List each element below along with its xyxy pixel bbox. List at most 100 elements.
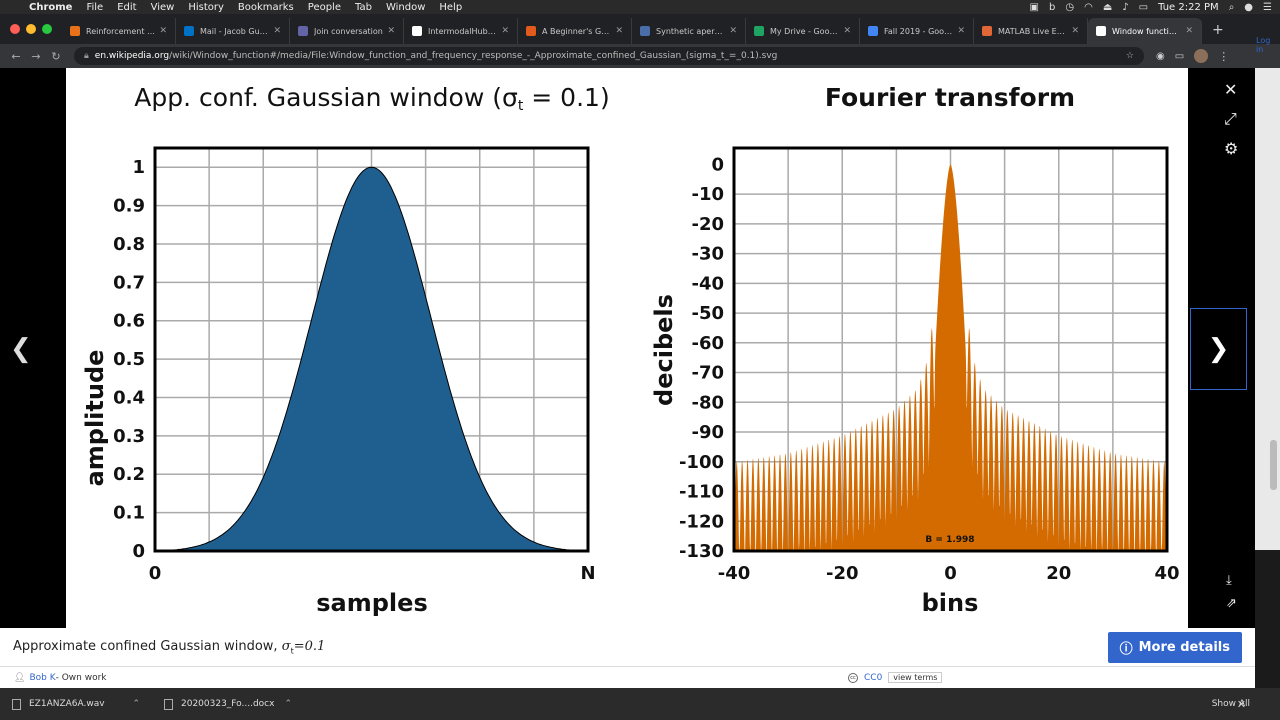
minimize-window-icon[interactable]: [26, 24, 36, 34]
clock[interactable]: Tue 2:22 PM: [1158, 2, 1219, 13]
author-suffix: - Own work: [55, 672, 107, 683]
menu-help[interactable]: Help: [432, 2, 469, 13]
menu-tab[interactable]: Tab: [348, 2, 379, 13]
tab-close-icon[interactable]: ✕: [957, 26, 965, 36]
menu-window[interactable]: Window: [379, 2, 432, 13]
download-icon[interactable]: ⤓: [1226, 573, 1237, 588]
back-icon[interactable]: ←: [6, 50, 26, 63]
tab-item[interactable]: Reinforcement Lear✕: [62, 18, 176, 44]
menu-history[interactable]: History: [181, 2, 231, 13]
time-machine-icon[interactable]: ◷: [1065, 2, 1074, 13]
settings-gear-icon[interactable]: ⚙: [1224, 139, 1238, 158]
tab-item[interactable]: Join conversation ✕: [290, 18, 404, 44]
bookmark-star-icon[interactable]: ☆: [1126, 51, 1134, 61]
downloads-bar: EZ1ANZA6A.wav ⌃ 20200323_Fo....docx ⌃ Sh…: [0, 688, 1280, 720]
chevron-up-icon[interactable]: ⌃: [284, 699, 292, 709]
chevron-up-icon[interactable]: ⌃: [132, 699, 140, 709]
download-item[interactable]: EZ1ANZA6A.wav ⌃: [0, 698, 152, 710]
tab-favicon-icon: [70, 26, 80, 36]
tab-item[interactable]: MATLAB Live Editor✕: [974, 18, 1088, 44]
tab-close-icon[interactable]: ✕: [843, 26, 851, 36]
toolbar-extensions: ◉ ▭ ⋮: [1156, 49, 1229, 63]
menu-chrome[interactable]: Chrome: [22, 2, 79, 13]
y-tick-label: 0: [711, 154, 724, 175]
extension-icon[interactable]: ◉: [1156, 51, 1165, 62]
wifi-icon[interactable]: ◠: [1084, 2, 1093, 13]
address-bar[interactable]: 🔒︎ en.wikipedia.org /wiki/Window_functio…: [74, 47, 1144, 65]
window-controls: [0, 24, 62, 44]
more-details-button[interactable]: ⓘ More details: [1107, 631, 1242, 663]
y-tick-label: 0.8: [113, 234, 145, 255]
url-host: en.wikipedia.org: [94, 51, 170, 61]
url-path: /wiki/Window_function#/media/File:Window…: [169, 51, 778, 61]
tab-item[interactable]: Window function an ✕: [1088, 18, 1202, 44]
cast-icon[interactable]: ▭: [1175, 51, 1184, 62]
y-tick-label: -100: [679, 452, 724, 473]
scrollbar-thumb[interactable]: [1270, 440, 1277, 490]
right-x-axis-label: bins: [922, 589, 979, 617]
spotlight-icon[interactable]: ⌕: [1229, 2, 1235, 13]
forward-icon[interactable]: →: [26, 50, 46, 63]
y-tick-label: 0.7: [113, 272, 145, 293]
author-link[interactable]: Bob K: [29, 673, 55, 683]
image-caption: Approximate confined Gaussian window, σt…: [13, 638, 326, 656]
x-tick-label: 40: [1154, 563, 1179, 584]
screen-icon[interactable]: ▣: [1030, 2, 1039, 13]
tab-title: Synthetic aperture r: [656, 26, 725, 36]
profile-avatar[interactable]: [1194, 49, 1209, 63]
new-tab-icon[interactable]: +: [1202, 22, 1234, 44]
login-link[interactable]: Log in: [1256, 36, 1280, 54]
tab-item[interactable]: Synthetic aperture r ✕: [632, 18, 746, 44]
tab-close-icon[interactable]: ✕: [387, 26, 395, 36]
y-tick-label: 0.5: [113, 349, 145, 370]
menu-edit[interactable]: Edit: [110, 2, 143, 13]
close-viewer-icon[interactable]: ✕: [1224, 80, 1238, 99]
tab-close-icon[interactable]: ✕: [273, 26, 281, 36]
viewer-tools: ✕ ⤢ ⚙: [1224, 80, 1238, 158]
tab-favicon-icon: [640, 26, 650, 36]
tab-close-icon[interactable]: ✕: [159, 26, 167, 36]
tab-item[interactable]: A Beginner's Guide ✕: [518, 18, 632, 44]
tab-close-icon[interactable]: ✕: [1185, 26, 1193, 36]
view-terms-button[interactable]: view terms: [888, 672, 943, 683]
tab-title: MATLAB Live Editor: [998, 26, 1068, 36]
reload-icon[interactable]: ↻: [46, 50, 66, 63]
menu-bookmarks[interactable]: Bookmarks: [231, 2, 301, 13]
close-window-icon[interactable]: [10, 24, 20, 34]
tab-close-icon[interactable]: ✕: [615, 26, 623, 36]
tab-favicon-icon: [1096, 26, 1106, 36]
share-icon[interactable]: ⇗: [1226, 596, 1237, 611]
tab-item[interactable]: Mail - Jacob Gunthe ✕: [176, 18, 290, 44]
menu-file[interactable]: File: [79, 2, 110, 13]
right-area-series: [734, 164, 1167, 552]
tab-item[interactable]: IntermodalHubSimu ✕: [404, 18, 518, 44]
y-tick-label: 0.1: [113, 503, 145, 524]
volume-icon[interactable]: ♪: [1122, 2, 1128, 13]
next-image-button[interactable]: ❯: [1190, 308, 1247, 390]
tab-item[interactable]: My Drive - Google D✕: [746, 18, 860, 44]
license-link[interactable]: CC0: [864, 673, 882, 683]
tab-close-icon[interactable]: ✕: [501, 26, 509, 36]
bold-b-icon[interactable]: b: [1049, 2, 1055, 13]
media-viewer: ❮ App. conf. Gaussian window (σt = 0.1) …: [0, 68, 1255, 628]
tab-item[interactable]: Fall 2019 - Google D ✕: [860, 18, 974, 44]
download-item[interactable]: 20200323_Fo....docx ⌃: [152, 698, 304, 710]
battery-icon[interactable]: ▭: [1139, 2, 1148, 13]
close-downloads-icon[interactable]: ✕: [1237, 698, 1246, 711]
zoom-window-icon[interactable]: [42, 24, 52, 34]
tab-title: Fall 2019 - Google D: [884, 26, 953, 36]
previous-image-icon[interactable]: ❮: [10, 334, 32, 364]
fullscreen-icon[interactable]: ⤢: [1224, 109, 1238, 129]
lock-icon[interactable]: 🔒︎: [84, 51, 89, 61]
tab-close-icon[interactable]: ✕: [729, 26, 737, 36]
eject-icon[interactable]: ⏏: [1103, 2, 1112, 13]
tab-title: My Drive - Google D: [770, 26, 840, 36]
y-tick-label: 0.2: [113, 464, 145, 485]
screen: Chrome File Edit View History Bookmarks …: [0, 0, 1280, 720]
notification-center-icon[interactable]: ☰: [1263, 2, 1272, 13]
siri-icon[interactable]: ●: [1244, 2, 1253, 13]
tab-close-icon[interactable]: ✕: [1071, 26, 1079, 36]
menu-view[interactable]: View: [144, 2, 182, 13]
menu-people[interactable]: People: [301, 2, 348, 13]
kebab-menu-icon[interactable]: ⋮: [1218, 50, 1229, 63]
